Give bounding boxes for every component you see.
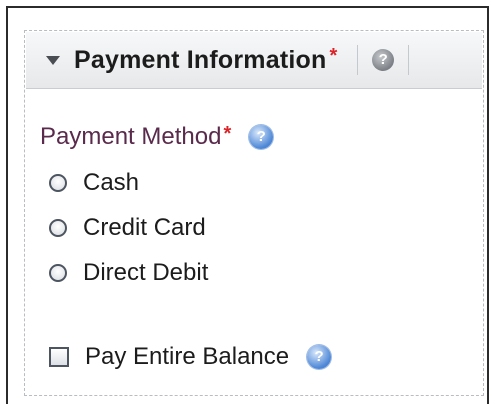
radio-button[interactable] (49, 174, 67, 192)
collapse-triangle-icon[interactable] (46, 55, 60, 65)
radio-button[interactable] (49, 264, 67, 282)
payment-method-label-text: Payment Method (40, 123, 222, 150)
radio-label: Direct Debit (83, 259, 209, 286)
header-divider (357, 45, 359, 75)
required-asterisk: * (329, 44, 338, 67)
radio-option-cash[interactable]: Cash (49, 169, 139, 197)
payment-method-label: Payment Method * ? (40, 122, 274, 151)
radio-option-credit-card[interactable]: Credit Card (49, 214, 206, 242)
pay-entire-balance-option[interactable]: Pay Entire Balance ? (49, 343, 332, 371)
radio-option-direct-debit[interactable]: Direct Debit (49, 259, 208, 287)
required-asterisk: * (223, 122, 232, 145)
help-icon[interactable]: ? (249, 125, 274, 149)
radio-button[interactable] (49, 219, 67, 237)
help-icon[interactable]: ? (307, 345, 332, 369)
help-icon[interactable]: ? (372, 49, 395, 71)
payment-information-panel: Payment Information * ? Payment Method *… (24, 30, 484, 396)
panel-header[interactable]: Payment Information * ? (26, 32, 482, 89)
panel-title: Payment Information (74, 45, 327, 74)
header-divider-right (408, 45, 410, 75)
radio-label: Credit Card (83, 214, 206, 241)
pay-entire-balance-checkbox[interactable] (49, 347, 69, 367)
radio-label: Cash (83, 169, 140, 196)
pay-entire-balance-label: Pay Entire Balance (85, 343, 290, 370)
